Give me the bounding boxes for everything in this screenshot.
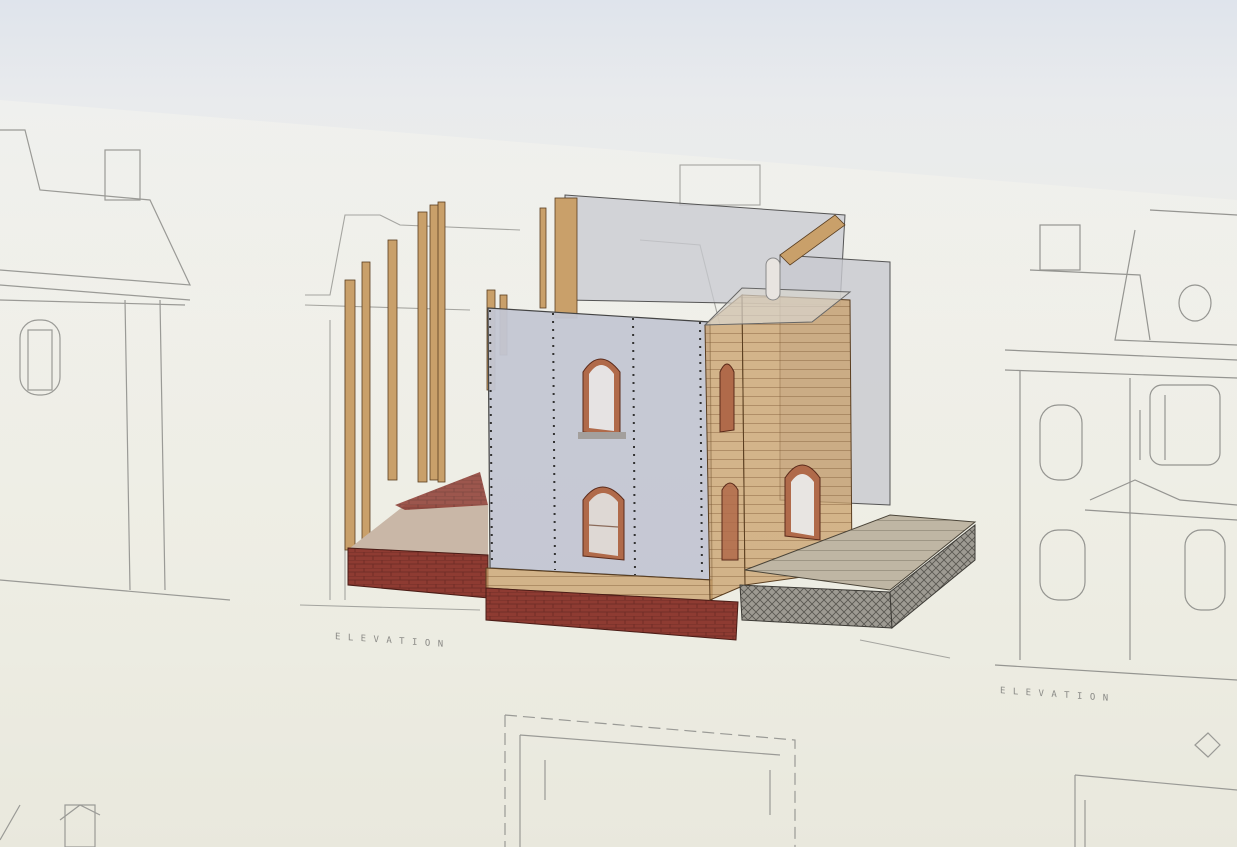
house-3d-model[interactable] <box>344 194 977 641</box>
tower-front-window[interactable] <box>784 464 821 541</box>
vertical-stud-back <box>554 197 578 319</box>
lower-arched-window[interactable] <box>582 486 625 561</box>
tower-side-window[interactable] <box>719 363 735 433</box>
upper-arched-window[interactable] <box>578 358 626 439</box>
chimney-flue <box>765 257 781 301</box>
porch-lattice-front <box>739 584 893 629</box>
tower-side-lower-window[interactable] <box>721 482 739 561</box>
